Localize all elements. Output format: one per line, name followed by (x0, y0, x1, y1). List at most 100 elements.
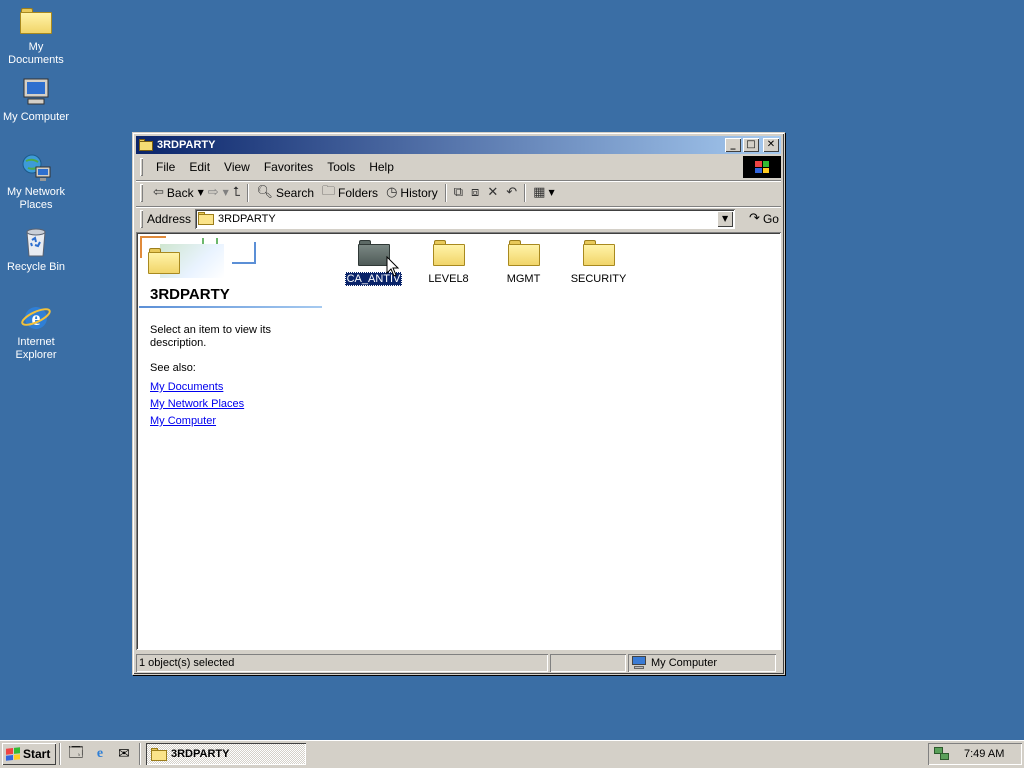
status-selection: 1 object(s) selected (136, 654, 548, 672)
history-button[interactable]: ◷ History (382, 182, 442, 204)
windows-logo-icon (743, 156, 781, 178)
folder-icon (139, 139, 153, 151)
taskbar: Start 🗔 e ✉ 3RDPARTY 7:49 AM (0, 740, 1024, 768)
desktop-icon-recycle-bin[interactable]: Recycle Bin (0, 226, 72, 274)
folder-icon (151, 747, 167, 761)
folders-button[interactable]: 🗀 Folders (318, 182, 382, 204)
clock[interactable]: 7:49 AM (964, 748, 1004, 760)
file-list: CA_ANTIV LEVEL8 MGMT SECURITY (336, 238, 636, 286)
move-to-button[interactable]: ⧉ (450, 182, 467, 204)
folder-banner-art (140, 236, 258, 282)
desktop-icon-my-documents[interactable]: My Documents (0, 4, 72, 67)
menu-file[interactable]: File (149, 160, 182, 174)
desktop-icon-label: My Documents (8, 41, 64, 66)
taskbar-button-label: 3RDPARTY (171, 748, 230, 760)
views-button[interactable]: ▦ ▼ (529, 182, 558, 204)
recycle-bin-icon (20, 226, 52, 258)
link-my-computer[interactable]: My Computer (150, 413, 244, 430)
webview-description: Select an item to view its description. (150, 324, 272, 349)
link-my-documents[interactable]: My Documents (150, 379, 244, 396)
my-documents-icon (20, 6, 52, 38)
internet-explorer-icon: e (20, 301, 52, 333)
desktop-icon-label: Internet Explorer (15, 336, 57, 361)
menu-bar: File Edit View Favorites Tools Help (136, 156, 781, 178)
folders-label: Folders (338, 185, 379, 200)
folder-icon (432, 238, 465, 266)
taskbar-button-3rdparty[interactable]: 3RDPARTY (146, 743, 306, 765)
address-bar: Address 3RDPARTY ▼ ↷ Go (136, 206, 781, 230)
status-size (550, 654, 626, 672)
folder-icon (582, 238, 615, 266)
toolbar-separator (247, 184, 249, 202)
minimize-button[interactable]: _ (725, 138, 741, 152)
undo-button[interactable]: ↶ (502, 182, 521, 204)
desktop-icon-my-network-places[interactable]: My Network Places (0, 151, 72, 212)
folder-item-level8[interactable]: LEVEL8 (411, 238, 486, 286)
history-label: History (400, 185, 438, 200)
desktop-icon-label: Recycle Bin (6, 261, 66, 273)
title-bar[interactable]: 3RDPARTY _ □ ✕ (136, 136, 781, 154)
status-zone: My Computer (628, 654, 776, 672)
folder-item-mgmt[interactable]: MGMT (486, 238, 561, 286)
see-also-links: My Documents My Network Places My Comput… (150, 379, 244, 430)
maximize-button[interactable]: □ (743, 138, 759, 152)
menu-favorites[interactable]: Favorites (257, 160, 320, 174)
webview-title: 3RDPARTY (150, 286, 230, 303)
start-button[interactable]: Start (2, 743, 56, 765)
up-folder-icon: ⮤ (232, 185, 241, 200)
go-button[interactable]: ↷ Go (749, 211, 779, 226)
standard-toolbar: ⇦ Back ▼ ⇨ ▼ ⮤ 🔍︎ Search 🗀 Folders ◷ His… (136, 180, 781, 204)
folder-icon (507, 238, 540, 266)
toolbar-grip[interactable] (140, 184, 143, 202)
folder-content[interactable]: 3RDPARTY Select an item to view its desc… (136, 232, 781, 650)
windows-logo-icon (6, 747, 20, 761)
up-folder-button[interactable]: ⮤ (229, 182, 245, 204)
desktop-icon-label: My Computer (2, 111, 70, 123)
status-bar: 1 object(s) selected My Computer (136, 653, 781, 672)
close-button[interactable]: ✕ (763, 138, 779, 152)
back-arrow-icon: ⇦ (153, 185, 164, 200)
menu-tools[interactable]: Tools (320, 160, 362, 174)
address-label: Address (147, 211, 192, 226)
webview-divider (139, 306, 322, 308)
quicklaunch-show-desktop-icon[interactable]: 🗔 (66, 744, 86, 764)
search-label: Search (276, 185, 315, 200)
status-zone-label: My Computer (651, 656, 718, 669)
search-button[interactable]: 🔍︎ Search (252, 182, 318, 204)
taskbar-separator (139, 743, 141, 765)
address-grip[interactable] (140, 210, 143, 228)
quicklaunch-internet-explorer-icon[interactable]: e (90, 744, 110, 764)
forward-button[interactable]: ⇨ (204, 182, 223, 204)
search-icon: 🔍︎ (256, 185, 273, 200)
network-connection-icon[interactable] (934, 747, 950, 761)
menu-help[interactable]: Help (362, 160, 401, 174)
address-input[interactable]: 3RDPARTY ▼ (195, 208, 736, 229)
desktop-icon-my-computer[interactable]: My Computer (0, 76, 72, 124)
quicklaunch-outlook-express-icon[interactable]: ✉ (114, 744, 134, 764)
forward-arrow-icon: ⇨ (207, 185, 219, 200)
delete-button[interactable]: ✕ (483, 182, 502, 204)
go-label: Go (762, 211, 779, 226)
copy-to-button[interactable]: ⧈ (467, 182, 483, 204)
menu-view[interactable]: View (217, 160, 257, 174)
see-also-label: See also: (150, 362, 196, 374)
folder-item-security[interactable]: SECURITY (561, 238, 636, 286)
address-value: 3RDPARTY (218, 212, 276, 225)
copy-to-icon: ⧈ (471, 185, 480, 200)
folder-icon (198, 212, 215, 225)
menu-edit[interactable]: Edit (182, 160, 217, 174)
desktop-icon-label: My Network Places (6, 186, 66, 211)
move-to-icon: ⧉ (453, 185, 464, 200)
desktop-icon-internet-explorer[interactable]: e Internet Explorer (0, 301, 72, 362)
back-label: Back (166, 185, 194, 200)
webview-panel: 3RDPARTY Select an item to view its desc… (136, 232, 324, 650)
window-title: 3RDPARTY (157, 139, 216, 151)
views-dropdown-arrow: ▼ (548, 188, 555, 197)
address-dropdown-button[interactable]: ▼ (717, 210, 734, 227)
toolbar-separator (445, 184, 447, 202)
link-my-network-places[interactable]: My Network Places (150, 396, 244, 413)
back-button[interactable]: ⇦ Back (149, 182, 198, 204)
start-label: Start (23, 747, 51, 761)
folder-name: SECURITY (570, 273, 627, 285)
menu-grip[interactable] (140, 158, 143, 176)
